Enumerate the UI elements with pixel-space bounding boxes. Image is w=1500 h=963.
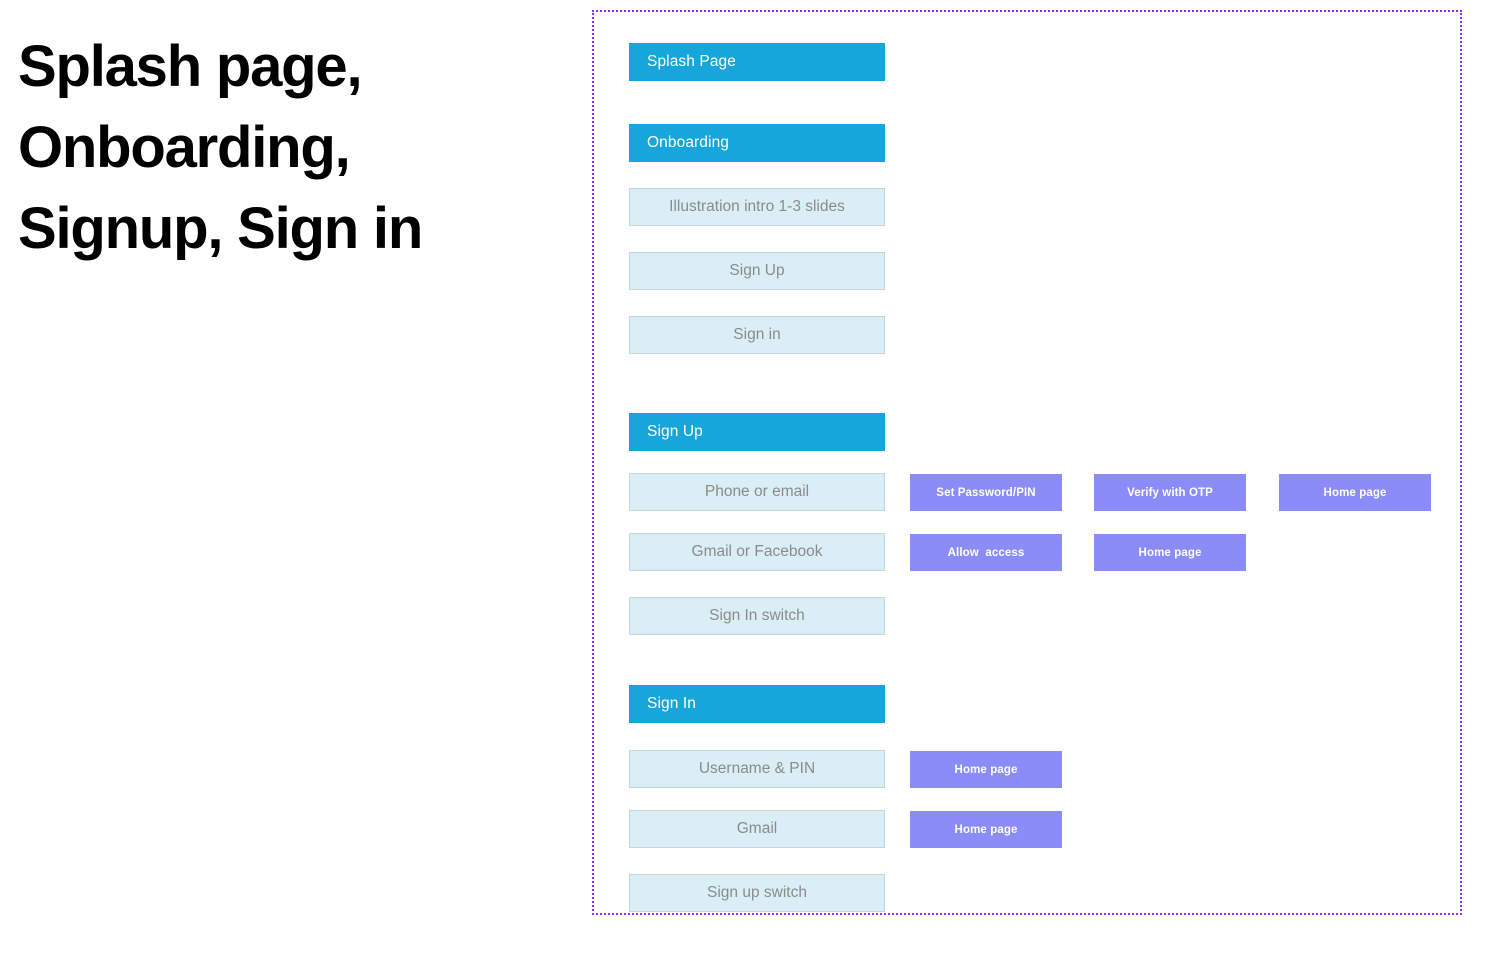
step-node-label: Verify with OTP: [1127, 486, 1213, 499]
section-header-splash-label: Splash Page: [647, 53, 736, 70]
screen-node[interactable]: Sign In switch: [629, 597, 885, 635]
screen-node[interactable]: Gmail: [629, 810, 885, 848]
step-node[interactable]: Verify with OTP: [1094, 474, 1246, 511]
step-node[interactable]: Home page: [910, 751, 1062, 788]
screen-node-label: Illustration intro 1-3 slides: [669, 198, 845, 215]
step-node-label: Set Password/PIN: [936, 486, 1036, 499]
screen-node-label: Gmail: [736, 820, 778, 837]
section-header-onboarding-label: Onboarding: [647, 134, 730, 151]
screen-node-label: Sign Up: [729, 262, 785, 279]
step-node[interactable]: Set Password/PIN: [910, 474, 1062, 511]
section-header-signin[interactable]: Sign In: [629, 685, 885, 723]
screen-node[interactable]: Phone or email: [629, 473, 885, 511]
section-header-signup-label: Sign Up: [647, 423, 703, 440]
screen-node-label: Sign up switch: [707, 884, 807, 901]
step-node[interactable]: Home page: [1094, 534, 1246, 571]
screen-node-label: Gmail or Facebook: [691, 543, 823, 560]
step-node[interactable]: Allow access: [910, 534, 1062, 571]
section-header-signin-label: Sign In: [647, 695, 696, 712]
section-header-splash[interactable]: Splash Page: [629, 43, 885, 81]
screen-node[interactable]: Illustration intro 1-3 slides: [629, 188, 885, 226]
section-header-onboarding[interactable]: Onboarding: [629, 124, 885, 162]
screen-node[interactable]: Username & PIN: [629, 750, 885, 788]
screen-node[interactable]: Sign in: [629, 316, 885, 354]
screen-node[interactable]: Sign up switch: [629, 874, 885, 912]
step-node-label: Home page: [1323, 486, 1387, 499]
screen-node-label: Phone or email: [704, 483, 810, 500]
screen-node[interactable]: Gmail or Facebook: [629, 533, 885, 571]
section-header-signup[interactable]: Sign Up: [629, 413, 885, 451]
step-node-label: Home page: [954, 763, 1018, 776]
step-node[interactable]: Home page: [910, 811, 1062, 848]
step-node-label: Home page: [954, 823, 1018, 836]
step-node-label: Allow access: [947, 546, 1025, 559]
screen-node-label: Username & PIN: [698, 760, 816, 777]
step-node[interactable]: Home page: [1279, 474, 1431, 511]
screen-node-label: Sign in: [733, 326, 781, 343]
step-node-label: Home page: [1138, 546, 1202, 559]
screen-node-label: Sign In switch: [709, 607, 805, 624]
screen-node[interactable]: Sign Up: [629, 252, 885, 290]
page-title: Splash page, Onboarding, Signup, Sign in: [18, 34, 423, 261]
